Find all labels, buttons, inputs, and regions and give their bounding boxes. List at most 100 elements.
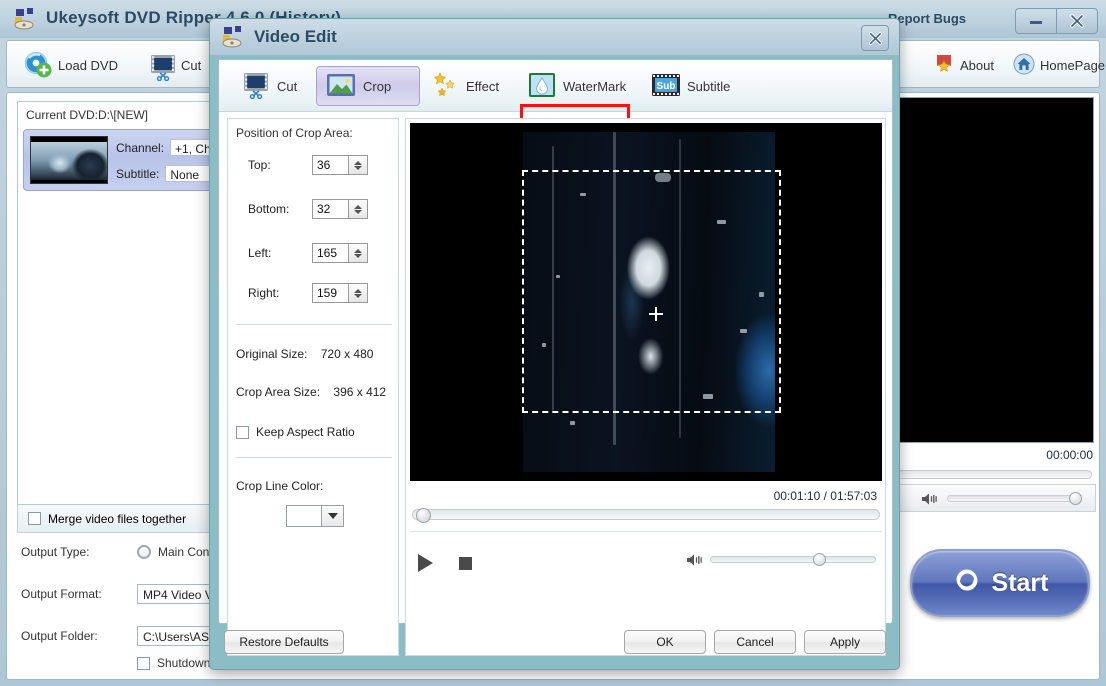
shutdown-checkbox[interactable]	[137, 656, 150, 670]
crop-top-label: Top:	[248, 158, 271, 172]
dialog-close-button[interactable]	[861, 25, 889, 51]
dialog-app-icon	[222, 26, 248, 48]
tab-watermark[interactable]: WaterMark	[519, 66, 634, 106]
crop-bottom-stepper[interactable]	[348, 199, 368, 219]
tab-effect[interactable]: Effect	[424, 66, 507, 106]
crop-bottom-value[interactable]: 32	[312, 199, 348, 219]
stop-button[interactable]	[459, 556, 472, 570]
film-scissors-icon	[241, 71, 271, 102]
crop-top-spinner[interactable]: 36	[312, 155, 368, 175]
tab-cut[interactable]: Cut	[233, 66, 305, 106]
cancel-button[interactable]: Cancel	[714, 630, 796, 654]
crop-selection-rect[interactable]	[522, 170, 781, 413]
channel-label: Channel:	[116, 140, 165, 155]
divider-1	[236, 324, 392, 325]
film-scissors-icon	[148, 53, 176, 82]
load-dvd-label: Load DVD	[58, 57, 118, 73]
minimize-button[interactable]	[1015, 8, 1056, 34]
shutdown-label: Shutdown	[157, 656, 211, 670]
output-type-label: Output Type:	[21, 545, 90, 559]
original-size-value: 720 x 480	[320, 347, 374, 361]
crop-bottom-spinner[interactable]: 32	[312, 199, 368, 219]
sub-film-icon: Sub	[651, 72, 681, 101]
right-volume-bar	[894, 484, 1096, 512]
load-dvd-button[interactable]: Load DVD	[17, 46, 124, 84]
output-type-radio[interactable]	[137, 545, 151, 559]
cut-label: Cut	[181, 57, 202, 73]
crop-top-value[interactable]: 36	[312, 155, 348, 175]
crop-right-value[interactable]: 159	[312, 283, 348, 303]
crop-image-icon	[325, 72, 357, 101]
dialog-body: Cut Crop Effect WaterMark Sub Subtitle P…	[218, 59, 893, 656]
crop-line-color-label: Crop Line Color:	[236, 479, 324, 493]
crop-field-bottom: Bottom: 32	[228, 199, 398, 219]
start-button[interactable]: Start	[910, 549, 1090, 617]
about-button[interactable]: About	[927, 46, 1000, 84]
divider-2	[236, 457, 392, 458]
right-volume-slider[interactable]	[947, 491, 1082, 505]
crop-line-color-select[interactable]	[286, 505, 344, 527]
cut-button[interactable]: Cut	[142, 46, 207, 84]
dialog-footer: Restore Defaults OK Cancel Apply	[210, 622, 899, 669]
ok-button[interactable]: OK	[624, 630, 706, 654]
keep-aspect-ratio-row[interactable]: Keep Aspect Ratio	[236, 425, 355, 439]
right-preview-time: 00:00:00	[1046, 448, 1093, 462]
about-label: About	[960, 57, 994, 73]
crop-left-label: Left:	[248, 246, 272, 260]
original-size-row: Original Size: 720 x 480	[236, 347, 373, 361]
start-label: Start	[991, 568, 1049, 597]
crop-left-value[interactable]: 165	[312, 243, 348, 263]
shutdown-row[interactable]: Shutdown	[137, 656, 210, 670]
stars-icon	[432, 71, 460, 102]
window-buttons	[974, 8, 1098, 34]
preview-volume	[686, 553, 876, 566]
refresh-icon	[952, 565, 982, 602]
tab-crop[interactable]: Crop	[316, 66, 420, 106]
crop-right-label: Right:	[248, 286, 280, 300]
app-icon	[14, 8, 40, 30]
right-preview-column: 00:00:00	[894, 96, 1099, 512]
about-icon	[933, 53, 955, 78]
crop-left-stepper[interactable]	[348, 243, 368, 263]
merge-label: Merge video files together	[48, 511, 187, 526]
right-seek-slider[interactable]	[896, 470, 1092, 479]
chevron-down-icon[interactable]	[322, 505, 344, 527]
dialog-title-bar: Video Edit	[210, 19, 899, 55]
crop-right-stepper[interactable]	[348, 283, 368, 303]
output-format-label: Output Format:	[21, 587, 102, 601]
output-type-row: Output Type: Main Content	[21, 545, 229, 559]
preview-seek-slider[interactable]	[412, 508, 880, 523]
tab-crop-label: Crop	[363, 78, 392, 94]
preview-volume-slider[interactable]	[710, 553, 876, 566]
speaker-icon	[921, 492, 937, 505]
original-size-label: Original Size:	[236, 347, 308, 361]
crop-field-top: Top: 36	[228, 155, 398, 175]
crop-area-size-row: Crop Area Size: 396 x 412	[236, 385, 386, 399]
seek-handle[interactable]	[416, 508, 431, 523]
right-video-preview[interactable]	[896, 97, 1094, 443]
play-button[interactable]	[418, 554, 433, 572]
crop-right-spinner[interactable]: 159	[312, 283, 368, 303]
crop-top-stepper[interactable]	[348, 155, 368, 175]
crop-bottom-label: Bottom:	[248, 202, 290, 216]
tab-cut-label: Cut	[277, 78, 298, 94]
tab-effect-label: Effect	[466, 78, 500, 94]
restore-defaults-button[interactable]: Restore Defaults	[224, 630, 344, 654]
video-preview[interactable]	[410, 123, 882, 481]
controls-divider	[410, 531, 882, 532]
dialog-title: Video Edit	[254, 27, 337, 46]
keep-aspect-ratio-checkbox[interactable]	[236, 425, 249, 439]
application-window: Ukeysoft DVD Ripper 4.6.0 (History) Repo…	[0, 0, 1106, 686]
homepage-button[interactable]: HomePage	[1007, 46, 1106, 84]
crosshair-icon	[649, 307, 663, 321]
close-button[interactable]	[1056, 8, 1098, 34]
tab-subtitle[interactable]: Sub Subtitle	[643, 66, 738, 106]
crop-settings-panel: Position of Crop Area: Top: 36 Bottom: 3…	[227, 118, 399, 656]
video-edit-dialog: Video Edit Cut Crop Effect WaterMark Sub…	[209, 18, 900, 670]
subtitle-label: Subtitle:	[116, 166, 160, 181]
crop-field-right: Right: 159	[228, 283, 398, 303]
apply-button[interactable]: Apply	[804, 630, 886, 654]
merge-checkbox[interactable]	[28, 512, 41, 525]
crop-left-spinner[interactable]: 165	[312, 243, 368, 263]
dvd-thumbnail	[30, 136, 108, 184]
